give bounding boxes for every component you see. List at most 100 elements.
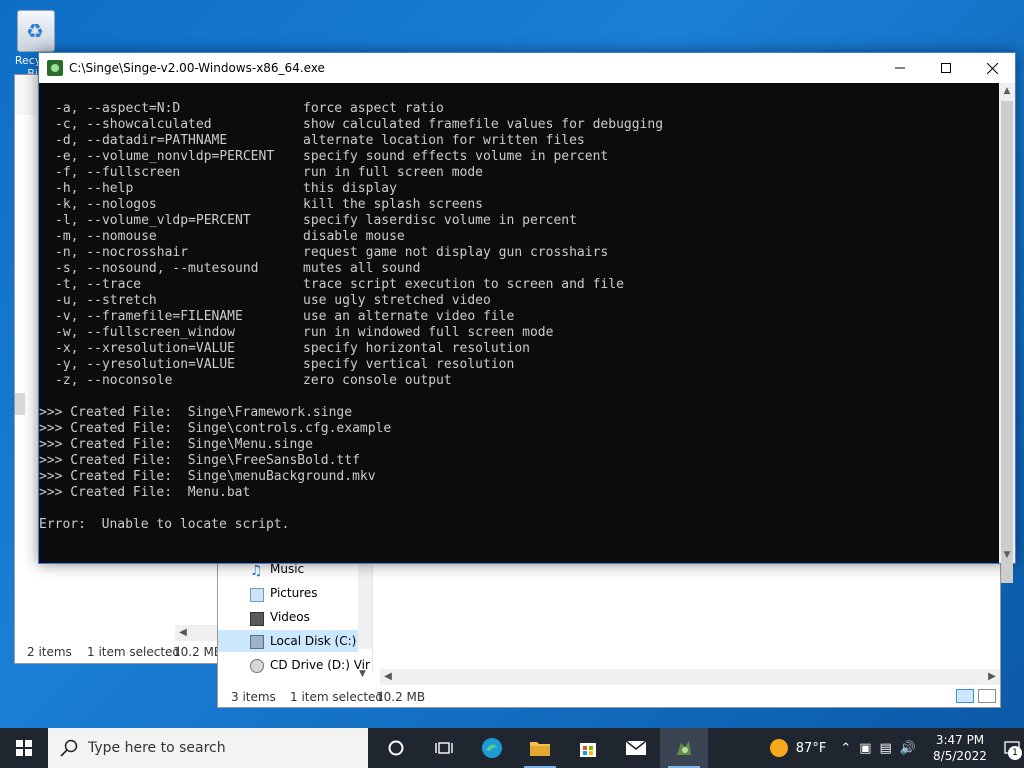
created-file-line: >>> Created File: Menu.bat [39,485,251,500]
search-icon [60,739,78,757]
option-flag: -k, --nologos [55,197,157,212]
task-view-icon [435,742,453,754]
scroll-up-icon[interactable]: ▲ [999,83,1015,99]
nav-item-videos[interactable]: Videos [270,606,310,628]
console-window[interactable]: C:\Singe\Singe-v2.00-Windows-x86_64.exe … [38,52,1016,583]
option-line: -n, --nocrosshair request game not displa… [39,245,999,261]
content-hscroll[interactable]: ◀ ▶ [380,669,1000,685]
scroll-left-icon[interactable]: ◀ [175,625,191,641]
option-line: -u, --stretch use ugly stretched video [39,293,999,309]
option-description: specify horizontal resolution [303,341,530,356]
edge-button[interactable] [468,728,516,768]
option-description: run in full screen mode [303,165,484,180]
start-button[interactable] [0,728,48,768]
option-line: -h, --help this display [39,181,999,197]
maximize-button[interactable] [923,53,969,83]
search-placeholder: Type here to search [88,740,226,756]
option-flag: -n, --nocrosshair [55,245,189,260]
clock-date: 8/5/2022 [933,749,987,763]
windows-logo-icon [16,740,32,756]
explorer-selected-marker [15,393,25,415]
option-line: -v, --framefile=FILENAME use an alternate… [39,309,999,325]
options-list: -a, --aspect=N:D force aspect ratio -c, --… [39,101,999,389]
music-icon: ♫ [250,563,263,579]
created-file-line: >>> Created File: Singe\controls.cfg.exa… [39,421,392,436]
details-view-button[interactable] [956,689,974,703]
option-flag: -a, --aspect=N:D [55,101,181,116]
option-flag: -v, --framefile=FILENAME [55,309,243,324]
nav-pane-divider [372,563,373,673]
weather-widget[interactable]: 87°F [769,739,827,757]
scroll-left-icon[interactable]: ◀ [380,669,396,685]
clock-time: 3:47 PM [935,733,985,747]
taskbar: Type here to search 87°F ⌃ ▣ ▤ 🔊 3:47 PM… [0,728,1024,768]
nav-item-cd-drive[interactable]: CD Drive (D:) Vir [270,654,370,676]
console-title: C:\Singe\Singe-v2.00-Windows-x86_64.exe [69,61,325,75]
scroll-right-icon[interactable]: ▶ [984,669,1000,685]
option-description: kill the splash screens [303,197,484,212]
network-icon[interactable]: ▤ [880,741,892,756]
option-flag: -c, --showcalculated [55,117,212,132]
console-output[interactable]: -a, --aspect=N:D force aspect ratio -c, --… [39,83,999,563]
option-description: use ugly stretched video [303,293,491,308]
close-icon [986,62,998,74]
taskbar-search-box[interactable]: Type here to search [48,728,368,768]
option-flag: -x, --xresolution=VALUE [55,341,236,356]
console-titlebar[interactable]: C:\Singe\Singe-v2.00-Windows-x86_64.exe [39,53,1015,83]
console-vscroll[interactable]: ▲ ▼ [999,83,1015,583]
explorer-window-front[interactable]: ♫ Music Pictures Videos Local Disk (C:) … [217,562,1001,708]
minimize-button[interactable] [877,53,923,83]
nav-item-local-disk[interactable]: Local Disk (C:) [270,630,356,652]
videos-icon [250,612,264,626]
nav-scroll-down-icon[interactable]: ▼ [359,669,366,679]
option-flag: -w, --fullscreen_window [55,325,236,340]
option-flag: -h, --help [55,181,134,196]
task-view-cortana-button[interactable] [372,728,420,768]
action-center-button[interactable]: 1 [1000,728,1024,768]
option-description: zero console output [303,373,452,388]
taskbar-clock[interactable]: 3:47 PM 8/5/2022 [930,732,990,764]
system-tray: 87°F ⌃ ▣ ▤ 🔊 3:47 PM 8/5/2022 1 [769,728,1024,768]
temperature: 87°F [795,740,827,756]
cd-drive-icon [250,659,264,673]
file-explorer-button[interactable] [516,728,564,768]
large-icons-view-button[interactable] [978,689,996,703]
option-description: specify vertical resolution [303,357,515,372]
chevron-up-icon[interactable]: ⌃ [840,741,851,756]
edge-browser-icon [482,738,502,758]
singe-app-icon [677,741,691,755]
mail-button[interactable] [612,728,660,768]
option-description: request game not display gun crosshairs [303,245,609,260]
nav-item-pictures[interactable]: Pictures [270,582,318,604]
scroll-down-icon[interactable]: ▼ [999,547,1015,563]
meet-now-icon[interactable]: ▣ [859,741,871,756]
option-line: -w, --fullscreen_window run in windowed f… [39,325,999,341]
singe-app-button[interactable] [660,728,708,768]
error-message: Error: Unable to locate script. [39,517,290,532]
option-line: -z, --noconsole zero console output [39,373,999,389]
nav-pane-scrollbar[interactable] [358,563,372,649]
option-flag: -u, --stretch [55,293,157,308]
option-line: -l, --volume_vldp=PERCENT specify laserdi… [39,213,999,229]
console-scroll-thumb[interactable] [1001,101,1013,583]
volume-icon[interactable]: 🔊 [900,741,916,756]
notification-badge: 1 [1008,746,1022,760]
sun-weather-icon [769,739,788,757]
option-flag: -l, --volume_vldp=PERCENT [55,213,251,228]
option-flag: -f, --fullscreen [55,165,181,180]
option-description: mutes all sound [303,261,421,276]
task-view-button[interactable] [420,728,468,768]
status-size: 10.2 MB [376,690,426,704]
pictures-icon [250,588,264,602]
option-line: -d, --datadir=PATHNAME alternate location… [39,133,999,149]
mail-envelope-icon [625,740,647,755]
close-button[interactable] [969,53,1015,83]
store-button[interactable] [564,728,612,768]
option-line: -a, --aspect=N:D force aspect ratio [39,101,999,117]
status-size: 10.2 MB [173,645,223,659]
option-description: alternate location for written files [303,133,585,148]
option-description: use an alternate video file [303,309,515,324]
option-line: -y, --yresolution=VALUE specify vertical … [39,357,999,373]
